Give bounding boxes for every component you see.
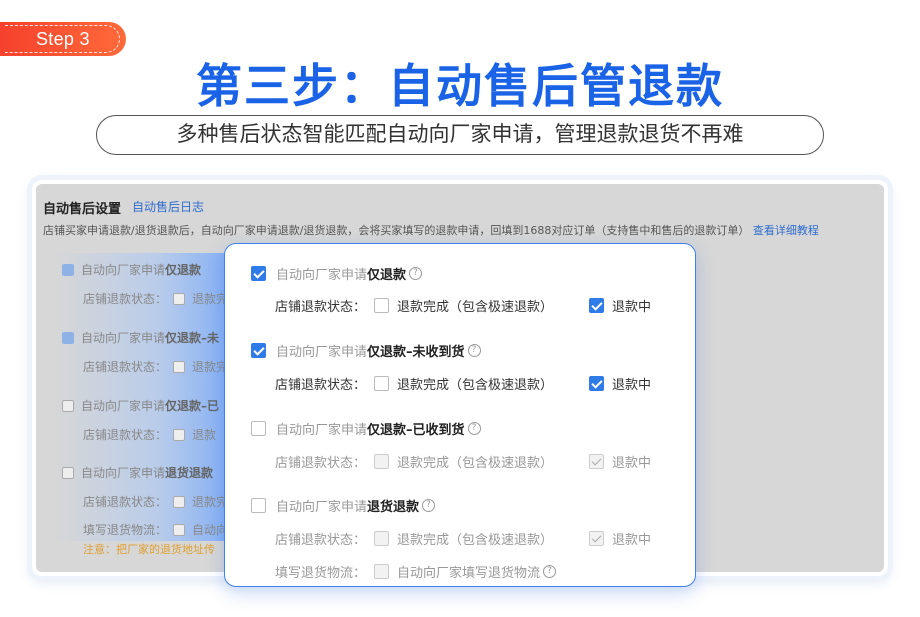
status-row-refund-not-received: 店铺退款状态： 退款完成（包含极速退款） 退款中 [275,376,652,393]
checkbox-refund-not-received[interactable] [251,343,266,358]
help-icon[interactable]: ? [543,565,557,578]
status-row-refund-received: 店铺退款状态： 退款完成（包含极速退款） 退款中 [275,454,652,471]
bg-row-return-refund: 自动向厂家申请退货退款 [62,464,213,481]
help-icon[interactable]: ? [467,422,481,435]
checkbox-refund-complete[interactable] [374,298,390,313]
help-icon[interactable]: ? [467,344,481,357]
magnified-settings-card: 自动向厂家申请 仅退款 ? 店铺退款状态： 退款完成（包含极速退款） 退款中 自动… [224,243,696,587]
checkbox-auto-logistics [374,564,390,579]
settings-description: 店铺买家申请退款/退货退款后，自动向厂家申请退款/退货退款，会将买家填写的退款申… [43,222,819,238]
page-title: 第三步：自动售后管退款 [196,59,724,113]
checkbox-refunding [589,454,605,469]
status-row-return-refund: 店铺退款状态： 退款完成（包含极速退款） 退款中 [275,531,652,548]
description-text: 店铺买家申请退款/退货退款后，自动向厂家申请退款/退货退款，会将买家填写的退款申… [43,224,750,237]
help-icon[interactable]: ? [422,499,436,512]
checkbox-refunding[interactable] [589,298,605,313]
settings-title: 自动售后设置 [43,202,122,217]
logistics-row: 填写退货物流： 自动向厂家填写退货物流 ? [275,562,557,581]
tutorial-link[interactable]: 查看详细教程 [753,224,819,237]
checkbox-return-refund[interactable] [251,498,266,513]
bg-row-refund-received: 自动向厂家申请仅退款–已 [62,397,219,414]
bg-row-status: 店铺退款状态： 退款 [83,428,217,442]
bg-checkbox [62,400,74,412]
bg-row-refund-not-received: 自动向厂家申请仅退款–未 [62,329,219,346]
bg-checkbox [62,467,74,479]
bg-row-status: 店铺退款状态： 退款完 [83,292,229,306]
bg-checkbox [62,264,74,276]
bg-row-logistics: 填写退货物流： 自动向 [83,523,229,537]
checkbox-refund-complete [374,531,390,546]
checkbox-refund-only[interactable] [251,266,266,281]
checkbox-refund-complete[interactable] [374,376,390,391]
option-refund-received[interactable]: 自动向厂家申请 仅退款–已收到货 ? [251,419,481,438]
checkbox-refund-complete [374,454,390,469]
checkbox-refund-received[interactable] [251,421,266,436]
bg-row-refund-only: 自动向厂家申请仅退款 [62,261,201,278]
checkbox-refunding [589,531,605,546]
option-return-refund[interactable]: 自动向厂家申请 退货退款 ? [251,496,436,515]
aftersale-log-link[interactable]: 自动售后日志 [132,198,204,215]
checkbox-refunding[interactable] [589,376,605,391]
option-refund-not-received[interactable]: 自动向厂家申请 仅退款–未收到货 ? [251,341,481,360]
help-icon[interactable]: ? [409,267,423,280]
bg-checkbox [62,332,74,344]
bg-row-status: 店铺退款状态： 退款完 [83,360,229,374]
settings-note: 注意：把厂家的退货地址传 [83,543,215,556]
option-refund-only[interactable]: 自动向厂家申请 仅退款 ? [251,264,423,283]
bg-row-status: 店铺退款状态： 退款完 [83,495,229,509]
status-row-refund-only: 店铺退款状态： 退款完成（包含极速退款） 退款中 [275,298,652,315]
page-subtitle: 多种售后状态智能匹配自动向厂家申请，管理退款退货不再难 [96,115,824,155]
